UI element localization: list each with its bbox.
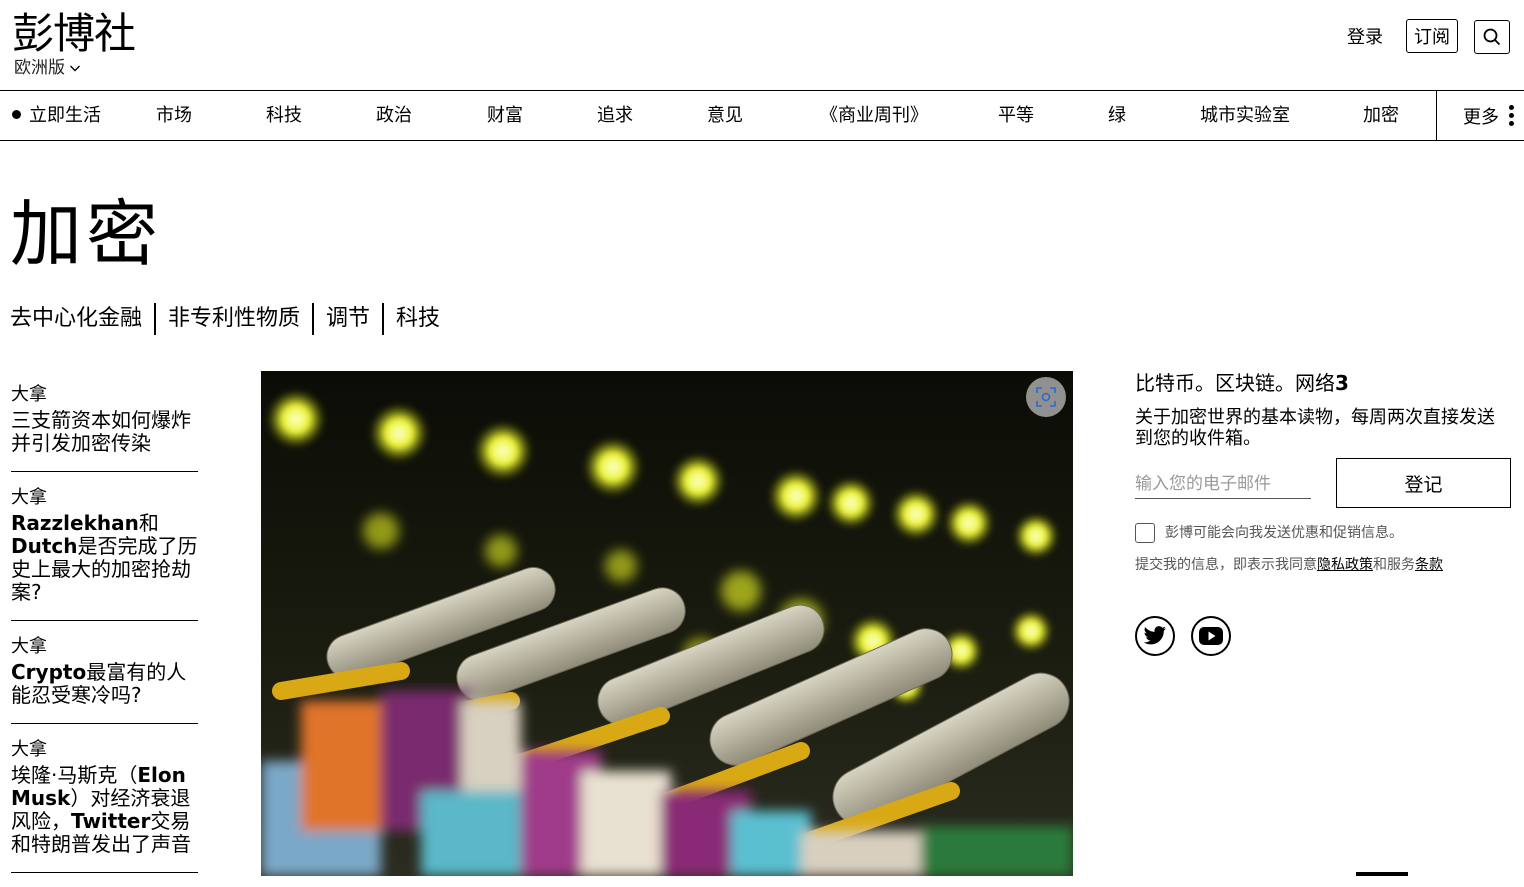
nav-item-wealth[interactable]: 财富 [487, 91, 523, 140]
newsletter-title: 比特币。区块链。网络3 [1135, 370, 1349, 396]
search-button[interactable] [1474, 20, 1510, 54]
newsletter-legal-text: 提交我的信息，即表示我同意隐私政策和服务条款 [1135, 555, 1443, 575]
youtube-icon [1199, 627, 1223, 645]
legal-middle: 和服务 [1373, 557, 1415, 573]
twitter-button[interactable] [1135, 616, 1175, 656]
nav-item-politics[interactable]: 政治 [376, 91, 412, 140]
newsletter-title-text: 比特币。区块链。网络 [1135, 371, 1335, 395]
headline-fragment: 和 [138, 511, 159, 535]
nav-item-businessweek[interactable]: 《商业周刊》 [820, 91, 928, 140]
hero-image[interactable] [261, 371, 1073, 876]
carousel-indicator [1356, 872, 1408, 876]
privacy-policy-link[interactable]: 隐私政策 [1317, 557, 1373, 573]
image-scan-icon [1036, 387, 1056, 407]
nav-item-crypto[interactable]: 加密 [1363, 91, 1399, 140]
headline-fragment: Crypto [11, 660, 87, 684]
nav-item-markets[interactable]: 市场 [156, 91, 192, 140]
headline-fragment: Razzlekhan [11, 511, 139, 535]
promo-consent-label: 彭博可能会向我发送优惠和促销信息。 [1165, 525, 1403, 541]
nav-item-live[interactable]: 立即生活 [12, 91, 101, 140]
story-headline[interactable]: Crypto最富有的人能忍受寒冷吗? [11, 661, 198, 707]
nav-item-citylab[interactable]: 城市实验室 [1200, 91, 1290, 140]
zoom-image-button[interactable] [1026, 377, 1066, 417]
twitter-icon [1143, 626, 1166, 645]
story-headline[interactable]: 三支箭资本如何爆炸并引发加密传染 [11, 409, 198, 455]
signin-link[interactable]: 登录 [1347, 26, 1383, 50]
page-title: 加密 [10, 192, 163, 276]
nav-item-opinion[interactable]: 意见 [707, 91, 743, 140]
kebab-menu-icon [1509, 105, 1514, 126]
fiber-optic-photo [261, 371, 1073, 876]
nav-live-label: 立即生活 [29, 105, 101, 126]
terms-link[interactable]: 条款 [1415, 557, 1443, 573]
story-item[interactable]: 大拿 Razzlekhan和Dutch是否完成了历史上最大的加密抢劫案? [11, 486, 198, 621]
story-item[interactable]: 大拿埃隆·马斯克（Elon Musk）对经济衰退风险，Twitter交易和特朗普… [11, 738, 198, 873]
headline-fragment: 埃隆·马斯克（ [11, 763, 138, 787]
search-icon [1483, 28, 1501, 46]
live-dot-icon [12, 109, 21, 119]
newsletter-title-number: 3 [1335, 371, 1349, 395]
story-headline[interactable]: 埃隆·马斯克（Elon Musk）对经济衰退风险，Twitter交易和特朗普发出… [11, 764, 198, 856]
site-logo[interactable]: 彭博社 [12, 8, 136, 60]
headline-fragment: Twitter [71, 809, 151, 833]
edition-selector[interactable]: 欧洲版 [14, 58, 81, 78]
newsletter-email-input[interactable] [1135, 469, 1311, 499]
subnav-item-regulation[interactable]: 调节 [312, 303, 382, 335]
topic-subnav: 去中心化金融 非专利性物质 调节 科技 [10, 302, 452, 336]
story-category: 大拿 [11, 636, 47, 657]
youtube-button[interactable] [1191, 616, 1231, 656]
subnav-item-nft[interactable]: 非专利性物质 [154, 303, 312, 335]
subnav-item-defi[interactable]: 去中心化金融 [10, 303, 154, 335]
newsletter-submit-button[interactable]: 登记 [1336, 458, 1511, 508]
story-category: 大拿 [11, 487, 47, 508]
edition-label: 欧洲版 [14, 58, 65, 78]
nav-more-button[interactable]: 更多 [1436, 91, 1524, 140]
headline-fragment: Dutch [11, 534, 78, 558]
nav-item-green[interactable]: 绿 [1108, 91, 1126, 140]
story-headline[interactable]: Razzlekhan和Dutch是否完成了历史上最大的加密抢劫案? [11, 512, 198, 604]
nav-more-label: 更多 [1463, 106, 1499, 128]
nav-item-pursuits[interactable]: 追求 [597, 91, 633, 140]
subscribe-button[interactable]: 订阅 [1406, 19, 1458, 53]
main-nav: 立即生活 市场 科技 政治 财富 追求 意见 《商业周刊》 平等 绿 城市实验室… [0, 90, 1524, 141]
story-item[interactable]: 大拿三支箭资本如何爆炸并引发加密传染 [11, 383, 198, 472]
story-list: 大拿 三支箭资本如何爆炸并引发加密传染 大拿 Razzlekhan和Dutch是否完成… [11, 383, 198, 887]
story-category: 大拿 [11, 384, 47, 405]
story-category: 大拿 [11, 739, 47, 760]
subnav-item-technology[interactable]: 科技 [382, 303, 452, 335]
headline-fragment: 三支箭资本如何爆炸并引发加密传染 [11, 408, 191, 455]
story-item[interactable]: 大拿 Crypto最富有的人能忍受寒冷吗? [11, 635, 198, 724]
nav-item-technology[interactable]: 科技 [266, 91, 302, 140]
site-header: 彭博社 欧洲版 登录 订阅 [0, 0, 1524, 90]
newsletter-description: 关于加密世界的基本读物，每周两次直接发送到您的收件箱。 [1135, 407, 1495, 449]
chevron-down-icon [70, 65, 80, 72]
legal-prefix: 提交我的信息，即表示我同意 [1135, 557, 1317, 573]
nav-item-equality[interactable]: 平等 [998, 91, 1034, 140]
promo-consent-checkbox[interactable] [1135, 523, 1155, 543]
